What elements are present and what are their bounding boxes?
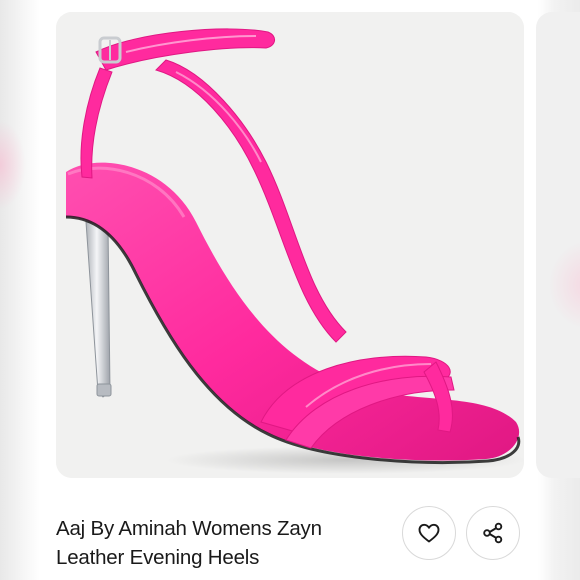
share-nodes-icon bbox=[483, 522, 503, 544]
product-title[interactable]: Aaj By Aminah Womens Zayn Leather Evenin… bbox=[56, 514, 386, 572]
product-title-line-2: Leather Evening Heels bbox=[56, 546, 260, 569]
product-title-line-1: Aaj By Aminah Womens Zayn bbox=[56, 517, 322, 540]
previous-card-image-edge bbox=[0, 120, 26, 210]
pink-patent-strappy-sandal-icon bbox=[56, 12, 524, 478]
product-image-card[interactable] bbox=[56, 12, 524, 478]
previous-card-edge bbox=[0, 0, 40, 580]
heart-outline-icon bbox=[418, 523, 440, 543]
next-card-image-edge bbox=[548, 240, 580, 330]
share-button[interactable] bbox=[466, 506, 520, 560]
like-button[interactable] bbox=[402, 506, 456, 560]
